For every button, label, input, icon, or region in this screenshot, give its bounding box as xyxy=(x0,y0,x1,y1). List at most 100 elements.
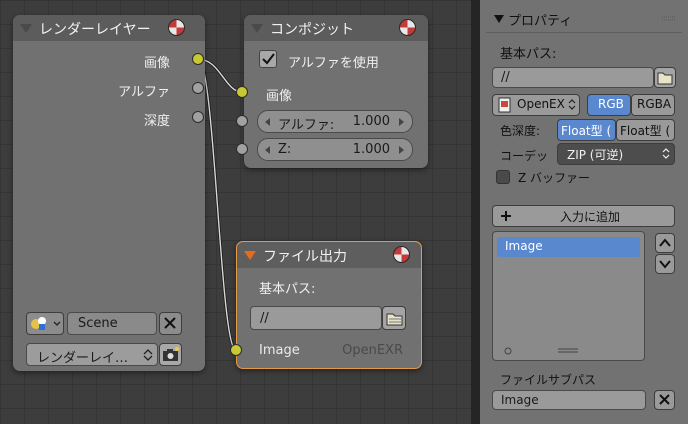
list-resize-grip-icon[interactable] xyxy=(558,348,578,354)
render-layers-node[interactable]: レンダーレイヤー 画像 アルファ 深度 Scene レンダーレイ… xyxy=(13,15,205,371)
preview-ball-icon[interactable] xyxy=(393,246,410,263)
output-alpha-label: アルファ xyxy=(118,85,170,100)
arrow-right-icon[interactable] xyxy=(398,145,406,155)
alpha-label: アルファ: xyxy=(278,118,335,133)
use-alpha-label: アルファを使用 xyxy=(288,56,379,71)
render-layer-select[interactable]: レンダーレイ… xyxy=(26,343,158,366)
arrow-left-icon[interactable] xyxy=(264,117,272,127)
base-path-value: // xyxy=(260,311,269,326)
color-mode-rgba-label: RGBA xyxy=(637,97,672,111)
panel-base-path-label: 基本パス: xyxy=(500,47,557,62)
render-layers-image-socket[interactable] xyxy=(192,53,204,65)
image-file-icon xyxy=(498,97,511,113)
composite-image-input-label: 画像 xyxy=(266,89,293,104)
move-down-button[interactable] xyxy=(655,254,675,274)
add-input-button[interactable]: 入力に追加 xyxy=(492,205,675,227)
composite-title: コンポジット xyxy=(270,22,354,38)
preview-ball-icon[interactable] xyxy=(168,19,185,36)
color-mode-rgba[interactable]: RGBA xyxy=(631,94,675,116)
add-input-label: 入力に追加 xyxy=(560,210,621,224)
x-icon xyxy=(659,394,670,405)
render-layers-header[interactable]: レンダーレイヤー xyxy=(13,15,205,41)
checkmark-icon xyxy=(262,53,275,65)
collapse-triangle-icon[interactable] xyxy=(251,24,263,33)
render-layers-alpha-socket[interactable] xyxy=(192,82,204,94)
base-path-label: 基本パス: xyxy=(259,282,316,297)
z-value: 1.000 xyxy=(352,142,390,157)
composite-z-socket[interactable] xyxy=(236,143,248,155)
file-subpath-label: ファイルサブパス xyxy=(500,373,597,387)
file-subpath-field[interactable]: Image xyxy=(492,390,646,410)
color-mode-rgb[interactable]: RGB xyxy=(587,94,631,116)
list-filter-icon[interactable] xyxy=(503,346,513,356)
zbuffer-label: Z バッファー xyxy=(518,171,591,185)
panel-base-path-browse-button[interactable] xyxy=(654,67,676,88)
codec-select[interactable]: ZIP (可逆) xyxy=(557,143,675,165)
base-path-field[interactable]: // xyxy=(250,306,382,330)
arrow-up-icon xyxy=(659,238,671,247)
render-layer-name: レンダーレイ… xyxy=(37,351,129,366)
move-up-button[interactable] xyxy=(655,233,675,253)
panel-base-path-value: // xyxy=(501,70,510,85)
composite-header[interactable]: コンポジット xyxy=(244,15,428,41)
updown-arrows-icon xyxy=(662,148,670,159)
scene-browse-button[interactable] xyxy=(26,312,64,335)
file-output-image-socket[interactable] xyxy=(230,344,242,356)
file-output-node[interactable]: ファイル出力 基本パス: // Image OpenEXR xyxy=(236,241,422,369)
color-depth-option-1[interactable]: Float型 ( xyxy=(557,119,616,141)
composite-image-socket[interactable] xyxy=(236,86,248,98)
z-label: Z: xyxy=(278,142,292,157)
arrow-right-icon[interactable] xyxy=(398,117,406,127)
list-item[interactable]: Image xyxy=(497,237,640,257)
collapse-triangle-icon[interactable] xyxy=(20,24,32,33)
updown-arrows-icon xyxy=(143,349,153,361)
properties-title: プロパティ xyxy=(508,14,573,29)
file-output-title: ファイル出力 xyxy=(263,249,347,265)
area-splitter[interactable] xyxy=(471,0,480,424)
base-path-browse-button[interactable] xyxy=(382,306,406,330)
composite-node[interactable]: コンポジット アルファを使用 画像 アルファ: 1.000 Z: 1.000 xyxy=(244,15,428,168)
scene-name-field[interactable]: Scene xyxy=(67,312,157,335)
preview-ball-icon[interactable] xyxy=(399,19,416,36)
folder-icon xyxy=(386,313,403,326)
color-mode-rgb-label: RGB xyxy=(598,97,624,111)
color-depth-option-2[interactable]: Float型 ( xyxy=(616,119,675,141)
alpha-value: 1.000 xyxy=(352,114,390,129)
output-depth-label: 深度 xyxy=(143,114,170,129)
collapse-triangle-icon[interactable] xyxy=(244,251,256,260)
drag-grip-icon[interactable] xyxy=(662,16,676,22)
inputs-list[interactable]: Image xyxy=(492,231,645,361)
scene-icon xyxy=(31,317,61,330)
properties-header[interactable]: プロパティ xyxy=(486,6,682,33)
node-editor-canvas[interactable]: レンダーレイヤー 画像 アルファ 深度 Scene レンダーレイ… コンポジット… xyxy=(0,0,471,424)
properties-panel[interactable]: プロパティ 基本パス: // OpenEX RGB RGBA 色深度: Floa… xyxy=(480,0,688,424)
alpha-number-field[interactable]: アルファ: 1.000 xyxy=(257,110,413,133)
format-select[interactable]: OpenEX xyxy=(492,94,580,116)
list-item-label: Image xyxy=(505,239,543,253)
panel-collapse-icon xyxy=(494,15,504,23)
panel-base-path-field[interactable]: // xyxy=(492,67,654,88)
render-layers-depth-socket[interactable] xyxy=(192,111,204,123)
composite-alpha-socket[interactable] xyxy=(236,115,248,127)
zbuffer-checkbox[interactable] xyxy=(496,170,510,184)
color-depth-option-2-label: Float型 ( xyxy=(620,124,671,138)
render-layers-title: レンダーレイヤー xyxy=(39,22,151,38)
z-number-field[interactable]: Z: 1.000 xyxy=(257,138,413,161)
scene-name: Scene xyxy=(78,316,118,331)
color-depth-option-1-label: Float型 ( xyxy=(561,124,612,138)
scene-unlink-button[interactable] xyxy=(159,312,182,335)
file-output-input-name: Image xyxy=(259,343,300,358)
codec-value: ZIP (可逆) xyxy=(567,148,624,162)
x-icon xyxy=(164,317,176,329)
arrow-left-icon[interactable] xyxy=(264,145,272,155)
codec-label: コーデッ xyxy=(500,149,549,163)
folder-icon xyxy=(657,72,673,85)
file-subpath-value: Image xyxy=(501,393,539,407)
file-output-header[interactable]: ファイル出力 xyxy=(237,242,421,268)
plus-icon xyxy=(501,211,511,221)
camera-icon xyxy=(163,347,179,361)
render-layer-camera-button[interactable] xyxy=(159,343,182,366)
updown-arrows-icon xyxy=(568,99,576,110)
use-alpha-checkbox[interactable] xyxy=(259,50,277,68)
file-subpath-clear-button[interactable] xyxy=(654,390,675,410)
